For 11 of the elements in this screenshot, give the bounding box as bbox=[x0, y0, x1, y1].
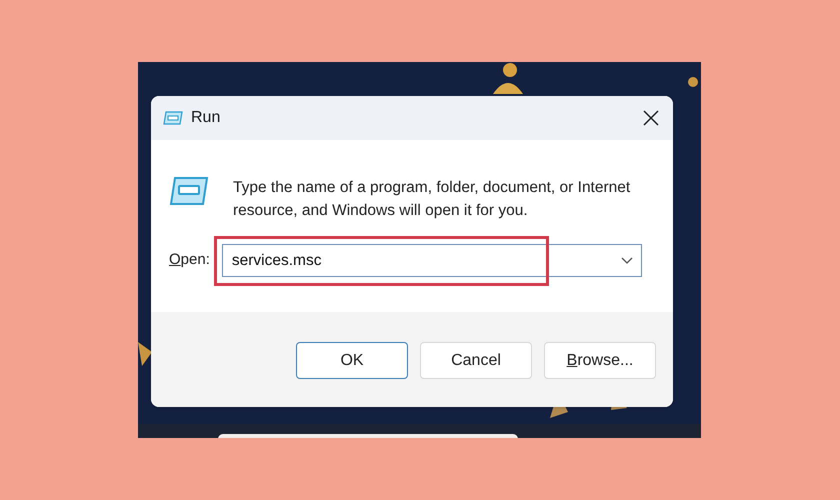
instruction-text: Type the name of a program, folder, document, or Internet resource, and Windows will open it for you. bbox=[233, 178, 632, 221]
dialog-button[interactable]: Browse... bbox=[544, 342, 656, 379]
open-label: Open: bbox=[169, 250, 210, 270]
dialog-button[interactable]: Cancel bbox=[420, 342, 532, 379]
open-combo-field[interactable]: services.msc bbox=[222, 244, 642, 277]
default-button[interactable]: OK bbox=[296, 342, 408, 379]
run-icon bbox=[163, 111, 183, 125]
close-icon[interactable] bbox=[643, 110, 659, 126]
run-icon bbox=[169, 176, 209, 206]
window-title: Run bbox=[191, 108, 220, 128]
chevron-down-icon[interactable] bbox=[620, 256, 633, 264]
